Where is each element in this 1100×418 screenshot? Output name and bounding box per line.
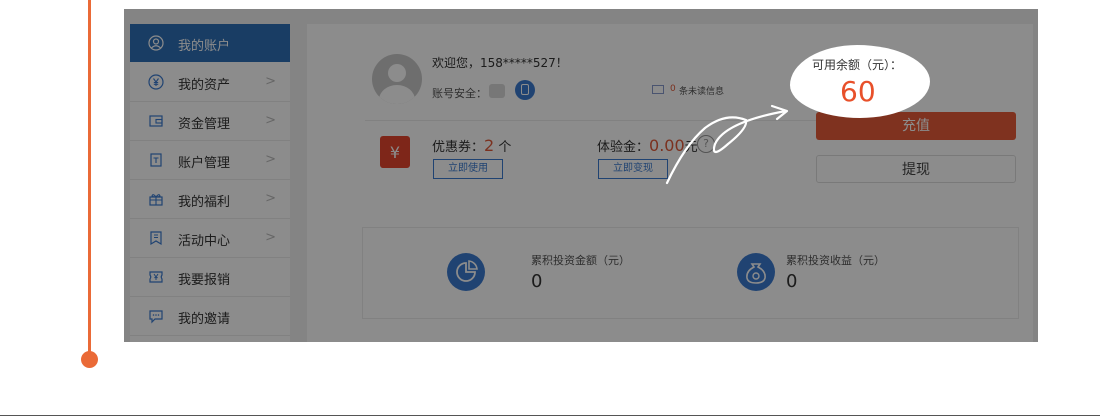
unread-label[interactable]: 条未读信息	[679, 84, 724, 97]
sidebar-item-reimbursement[interactable]: 我要报销	[130, 258, 290, 297]
money-bag-icon	[737, 253, 775, 291]
coupon-unit: 个	[494, 140, 512, 155]
chevron-right-icon: >	[265, 191, 276, 206]
sidebar-item-label: 我要报销	[178, 273, 231, 288]
envelope-icon[interactable]	[652, 85, 664, 94]
welcome-text: 欢迎您，158*****527！	[432, 56, 568, 70]
sidebar-item-label: 活动中心	[178, 234, 231, 249]
balance-highlight: 可用余额（元）： 60	[790, 45, 930, 118]
wallet-icon	[149, 115, 163, 127]
account-card-icon	[150, 153, 162, 167]
pie-chart-icon	[447, 253, 485, 291]
id-card-icon[interactable]	[489, 84, 505, 98]
sidebar-item-label: 我的福利	[178, 195, 231, 210]
coupon-count: 2	[484, 136, 495, 155]
invest-profit-value: 0	[786, 271, 798, 292]
invest-profit-label: 累积投资收益（元）	[786, 254, 885, 267]
chat-bubble-icon	[149, 310, 163, 324]
sidebar-item-label: 我的邀请	[178, 312, 231, 327]
gift-icon	[149, 194, 163, 206]
security-label: 账号安全：	[432, 87, 487, 100]
sidebar-item-label: 我的资产	[178, 78, 231, 93]
sidebar-item-activity-center[interactable]: 活动中心 >	[130, 219, 290, 258]
sidebar-item-fund-management[interactable]: 资金管理 >	[130, 102, 290, 141]
chevron-right-icon: >	[265, 74, 276, 89]
cash-out-button[interactable]: 立即变现	[598, 159, 668, 179]
bottom-divider	[0, 415, 1100, 416]
bookmark-icon	[150, 231, 162, 246]
yen-circle-icon	[148, 74, 164, 90]
unread-count[interactable]: 0	[670, 84, 676, 94]
sidebar: 我的账户 我的资产 > 资金管理 > 账户管理 > 我的福利 > 活动中心 > …	[130, 24, 290, 342]
coupon-summary: 优惠券：2 个	[432, 136, 511, 155]
timeline-line	[88, 0, 91, 352]
balance-label: 可用余额（元）：	[812, 58, 903, 72]
pointer-arrow-icon	[665, 104, 789, 185]
red-envelope-icon: ¥	[380, 136, 410, 168]
chevron-right-icon: >	[265, 113, 276, 128]
sidebar-item-account-management[interactable]: 账户管理 >	[130, 141, 290, 180]
invest-total-label: 累积投资金额（元）	[531, 254, 630, 267]
chevron-right-icon: >	[265, 152, 276, 167]
coupon-label: 优惠券：	[432, 140, 485, 155]
investment-stats: 累积投资金额（元） 0 累积投资收益（元） 0	[362, 227, 1019, 319]
withdraw-button[interactable]: 提现	[816, 155, 1016, 183]
sidebar-item-my-invitations[interactable]: 我的邀请	[130, 297, 290, 336]
sidebar-item-label: 账户管理	[178, 156, 231, 171]
timeline-dot	[81, 351, 98, 368]
sidebar-item-label: 我的账户	[178, 39, 231, 54]
invest-total-value: 0	[531, 271, 543, 292]
user-circle-icon	[148, 35, 164, 51]
phone-icon[interactable]	[515, 80, 535, 100]
yen-ticket-icon	[149, 271, 163, 283]
chevron-right-icon: >	[265, 230, 276, 245]
sidebar-item-my-assets[interactable]: 我的资产 >	[130, 63, 290, 102]
experience-label: 体验金：	[597, 140, 650, 155]
balance-value: 60	[840, 75, 876, 108]
use-coupon-button[interactable]: 立即使用	[433, 159, 503, 179]
sidebar-item-my-benefits[interactable]: 我的福利 >	[130, 180, 290, 219]
avatar[interactable]	[372, 54, 422, 104]
sidebar-item-my-account[interactable]: 我的账户	[130, 24, 290, 62]
sidebar-item-label: 资金管理	[178, 117, 231, 132]
